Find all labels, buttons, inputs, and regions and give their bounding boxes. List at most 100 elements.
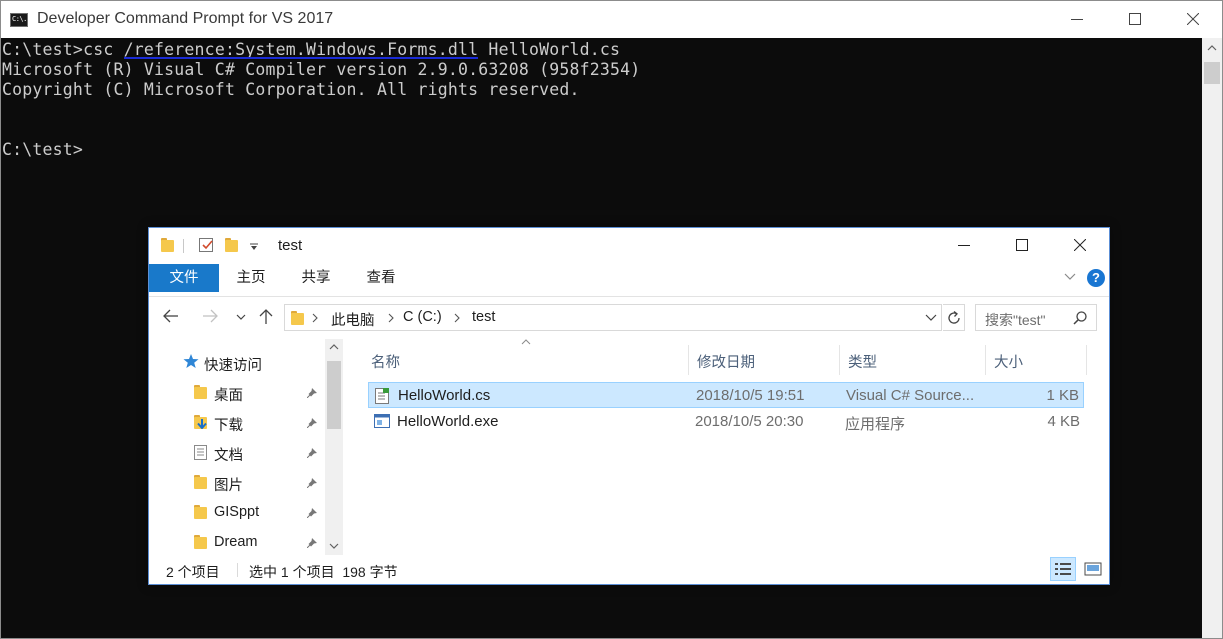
explorer-maximize-button[interactable]	[993, 228, 1051, 264]
console-line-compiler-version: Microsoft (R) Visual C# Compiler version…	[2, 60, 641, 79]
column-header-size[interactable]: 大小	[986, 345, 1086, 375]
chevron-down-icon[interactable]	[1064, 273, 1076, 281]
minimize-icon	[1071, 19, 1083, 20]
sidebar-item-quick-access[interactable]: 快速访问	[149, 347, 327, 377]
console-maximize-button[interactable]	[1106, 1, 1164, 38]
properties-icon[interactable]	[199, 238, 213, 252]
status-bar: 2 个项目 选中 1 个项目 198 字节	[149, 555, 1109, 584]
sidebar-item-label: GISppt	[214, 504, 260, 520]
navigation-bar: 此电脑 C (C:) test 搜索"test"	[149, 297, 1109, 339]
tab-file[interactable]: 文件	[149, 264, 219, 292]
sidebar-item-desktop[interactable]: 桌面	[149, 377, 327, 407]
large-icons-view-button[interactable]	[1082, 559, 1104, 579]
chevron-down-icon[interactable]	[925, 314, 937, 322]
file-name: HelloWorld.cs	[398, 387, 491, 404]
column-header-name[interactable]: 名称	[363, 345, 688, 375]
folder-icon	[161, 238, 174, 252]
tab-share[interactable]: 共享	[290, 264, 342, 292]
item-count: 2 个项目	[166, 564, 220, 580]
navigation-pane: 快速访问 桌面 下载 文档 图片 GISppt Dream	[149, 339, 344, 555]
search-input[interactable]: 搜索"test"	[975, 304, 1097, 331]
forward-arrow-icon[interactable]	[202, 309, 218, 323]
back-arrow-icon[interactable]	[163, 309, 179, 323]
sidebar-item-dream[interactable]: Dream	[149, 527, 327, 555]
file-type: 应用程序	[845, 416, 906, 433]
sidebar-item-label: Dream	[214, 534, 258, 550]
tab-view[interactable]: 查看	[355, 264, 407, 292]
star-icon	[183, 354, 199, 368]
console-close-button[interactable]	[1164, 1, 1222, 38]
column-divider[interactable]	[1086, 345, 1087, 375]
minimize-icon	[958, 245, 970, 246]
command-text: C:\test>csc	[2, 40, 124, 59]
explorer-close-button[interactable]	[1051, 228, 1109, 264]
breadcrumb-this-pc[interactable]: 此电脑	[331, 309, 375, 330]
console-minimize-button[interactable]	[1048, 1, 1106, 38]
console-scroll-thumb[interactable]	[1204, 62, 1220, 84]
up-arrow-icon[interactable]	[259, 308, 273, 324]
sidebar-item-label: 快速访问	[204, 358, 262, 374]
file-size: 4 KB	[1047, 413, 1080, 430]
breadcrumb-c-drive[interactable]: C (C:)	[403, 309, 442, 325]
console-scrollbar[interactable]	[1202, 38, 1222, 638]
chevron-right-icon[interactable]	[312, 313, 318, 323]
pin-icon[interactable]	[307, 538, 317, 548]
file-name: HelloWorld.exe	[397, 413, 499, 430]
sidebar-item-gisppt[interactable]: GISppt	[149, 497, 327, 527]
navigation-pane-scrollbar[interactable]	[325, 339, 343, 555]
recent-locations-chevron-icon[interactable]	[236, 314, 246, 320]
command-file-arg: HelloWorld.cs	[478, 40, 621, 59]
csharp-source-file-icon	[375, 388, 389, 404]
chevron-right-icon[interactable]	[454, 313, 460, 323]
address-bar[interactable]: 此电脑 C (C:) test	[284, 304, 942, 331]
refresh-icon	[948, 310, 960, 324]
folder-icon	[291, 311, 304, 325]
chevron-up-icon	[1207, 45, 1217, 51]
tab-home[interactable]: 主页	[225, 264, 277, 292]
close-icon	[1074, 239, 1086, 251]
pin-icon[interactable]	[307, 508, 317, 518]
sidebar-item-pictures[interactable]: 图片	[149, 467, 327, 497]
column-header-type[interactable]: 类型	[840, 345, 985, 375]
customize-quick-access-icon[interactable]	[249, 243, 259, 251]
folder-icon	[194, 505, 207, 519]
ribbon: 文件 主页 共享 查看 ?	[149, 264, 1109, 297]
details-view-button[interactable]	[1050, 557, 1076, 581]
sidebar-item-documents[interactable]: 文档	[149, 437, 327, 467]
scroll-thumb[interactable]	[327, 361, 341, 429]
document-icon	[194, 445, 207, 460]
table-row[interactable]: HelloWorld.exe 2018/10/5 20:30 应用程序 4 KB	[368, 409, 1084, 435]
file-list: 名称 修改日期 类型 大小 HelloWorld.cs 2018/10/5 19…	[344, 339, 1109, 555]
application-file-icon	[374, 414, 390, 428]
highlighted-reference-arg: /reference:System.Windows.Forms.dll	[123, 40, 479, 59]
pin-icon[interactable]	[307, 448, 317, 458]
search-icon[interactable]	[1073, 311, 1087, 325]
sidebar-item-label: 图片	[214, 478, 243, 494]
chevron-up-icon[interactable]	[329, 344, 339, 350]
sidebar-item-downloads[interactable]: 下载	[149, 407, 327, 437]
breadcrumb-test[interactable]: test	[472, 309, 495, 325]
chevron-down-icon[interactable]	[329, 543, 339, 549]
explorer-title: test	[278, 237, 303, 254]
explorer-titlebar[interactable]: test	[149, 228, 1109, 264]
chevron-right-icon[interactable]	[388, 313, 394, 323]
console-titlebar[interactable]: C:\. Developer Command Prompt for VS 201…	[1, 1, 1222, 38]
console-line-copyright: Copyright (C) Microsoft Corporation. All…	[2, 80, 580, 99]
download-arrow-icon	[197, 419, 207, 429]
pin-icon[interactable]	[307, 388, 317, 398]
maximize-icon	[1129, 13, 1141, 25]
sidebar-item-label: 文档	[214, 448, 243, 464]
new-folder-icon[interactable]	[225, 238, 238, 252]
pin-icon[interactable]	[307, 418, 317, 428]
explorer-minimize-button[interactable]	[935, 228, 993, 264]
console-scroll-up-button[interactable]	[1202, 38, 1222, 58]
column-header-date[interactable]: 修改日期	[689, 345, 839, 375]
desktop-folder-icon	[194, 385, 207, 399]
help-icon[interactable]: ?	[1087, 269, 1105, 287]
sidebar-item-label: 下载	[214, 418, 243, 434]
sidebar-item-label: 桌面	[214, 388, 243, 404]
pin-icon[interactable]	[307, 478, 317, 488]
file-date: 2018/10/5 19:51	[696, 387, 805, 404]
table-row[interactable]: HelloWorld.cs 2018/10/5 19:51 Visual C# …	[368, 382, 1084, 408]
refresh-button[interactable]	[943, 304, 965, 331]
